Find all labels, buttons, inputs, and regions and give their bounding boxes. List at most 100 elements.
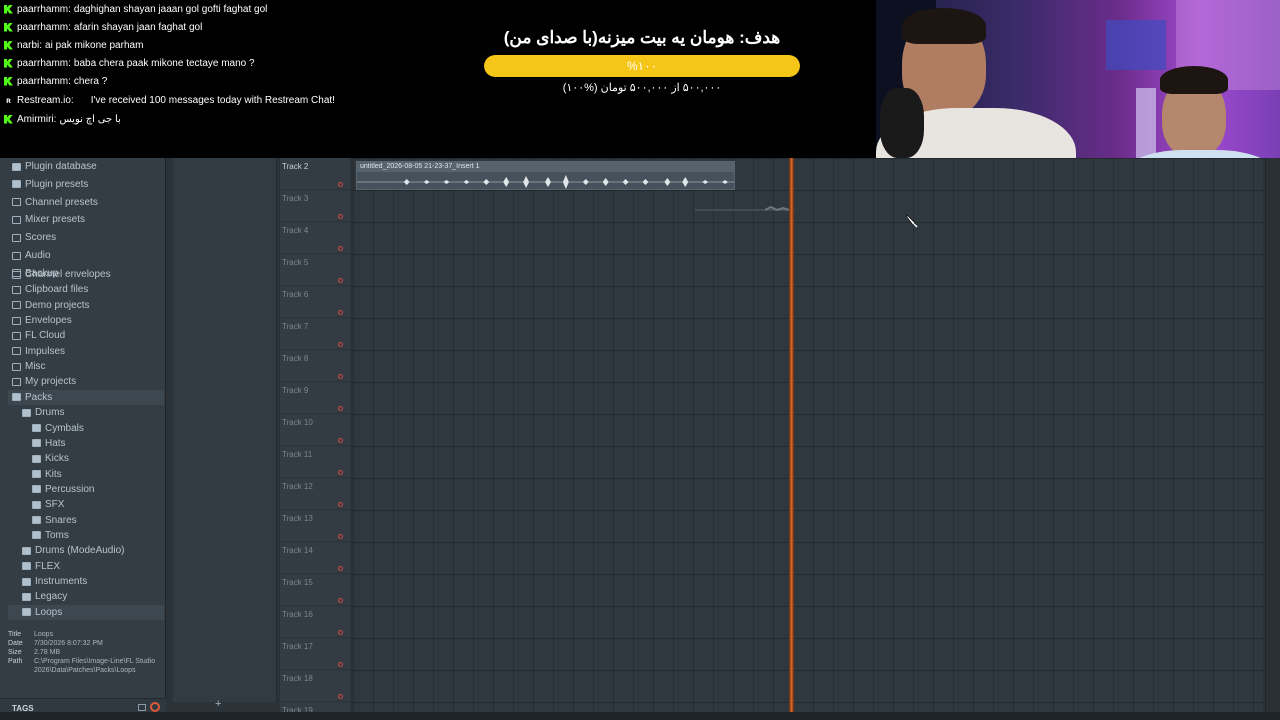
browser-item[interactable]: Mixer presets [8, 212, 164, 227]
browser-item[interactable]: Cymbals [8, 421, 164, 436]
browser-item[interactable]: Toms [8, 528, 164, 543]
track-header[interactable]: Track 2 [280, 158, 350, 190]
track-name: Track 18 [282, 674, 313, 683]
track-name: Track 6 [282, 290, 309, 299]
track-record-icon[interactable] [338, 374, 343, 379]
track-header[interactable]: Track 11 [280, 446, 350, 478]
browser-item[interactable]: Percussion [8, 482, 164, 497]
open-folder-icon [32, 454, 41, 463]
info-key: Size [8, 649, 22, 656]
track-record-icon[interactable] [338, 406, 343, 411]
track-header[interactable]: Track 14 [280, 542, 350, 574]
track-record-icon[interactable] [338, 246, 343, 251]
browser-item[interactable]: Hats [8, 436, 164, 451]
track-name: Track 7 [282, 322, 309, 331]
track-header[interactable]: Track 16 [280, 606, 350, 638]
track-header[interactable]: Track 17 [280, 638, 350, 670]
info-row: Title Loops [8, 630, 164, 639]
browser-item[interactable]: Kits [8, 467, 164, 482]
info-value: C:\Program Files\Image-Line\FL Studio 20… [34, 658, 156, 674]
browser-item[interactable]: FL Cloud [8, 328, 164, 343]
track-record-icon[interactable] [338, 598, 343, 603]
waveform-peak [702, 180, 709, 184]
track-record-icon[interactable] [338, 566, 343, 571]
track-header[interactable]: Track 18 [280, 670, 350, 702]
chat-text: afarin shayan jaan faghat gol [73, 21, 203, 33]
track-header[interactable]: Track 4 [280, 222, 350, 254]
track-header[interactable]: Track 5 [280, 254, 350, 286]
track-record-icon[interactable] [338, 534, 343, 539]
browser-item[interactable]: Demo projects [8, 298, 164, 313]
track-name: Track 14 [282, 546, 313, 555]
browser-item-label: Kits [45, 468, 62, 480]
folder-icon [12, 215, 21, 224]
browser-item[interactable]: Channel presets [8, 195, 164, 210]
browser-item-label: Clipboard files [25, 284, 89, 296]
track-record-icon[interactable] [338, 630, 343, 635]
track-record-icon[interactable] [338, 182, 343, 187]
browser-item[interactable]: SFX [8, 497, 164, 512]
track-record-icon[interactable] [338, 662, 343, 667]
track-record-icon[interactable] [338, 278, 343, 283]
track-header[interactable]: Track 15 [280, 574, 350, 606]
playlist-grid[interactable] [353, 158, 1263, 712]
track-record-icon[interactable] [338, 694, 343, 699]
browser-info-panel: Title Loops Date 7/30/2026 8:07:32 PM Size 2.… [8, 630, 164, 675]
browser-item[interactable]: Misc [8, 359, 164, 374]
search-icon[interactable] [150, 702, 160, 712]
browser-item[interactable]: Plugin presets [8, 177, 164, 192]
browser-item[interactable]: Legacy [8, 589, 164, 604]
track-record-icon[interactable] [338, 342, 343, 347]
chat-text: با جی اچ نویس [59, 113, 121, 125]
track-header[interactable]: Track 6 [280, 286, 350, 318]
browser-item-label: Snares [45, 514, 77, 526]
track-header[interactable]: Track 10 [280, 414, 350, 446]
browser-item[interactable]: My projects [8, 374, 164, 389]
track-record-icon[interactable] [338, 438, 343, 443]
track-record-icon[interactable] [338, 310, 343, 315]
add-button[interactable]: + [215, 698, 221, 710]
browser-item-label: Loops [35, 606, 63, 618]
browser-item[interactable]: Instruments [8, 574, 164, 589]
track-header[interactable]: Track 7 [280, 318, 350, 350]
browser-item[interactable]: Clipboard files [8, 282, 164, 297]
browser-item[interactable]: Scores [8, 230, 164, 245]
audio-clip[interactable]: untitled_2026-08-05 21-23-37_Insert 1 [356, 161, 735, 190]
browser-item[interactable]: Envelopes [8, 313, 164, 328]
plugin-icon [12, 162, 21, 171]
track-record-icon[interactable] [338, 214, 343, 219]
browser-item[interactable]: Snares [8, 513, 164, 528]
browser-item[interactable]: Impulses [8, 344, 164, 359]
chat-username: narbi: [17, 39, 43, 51]
browser-item[interactable]: Audio [8, 248, 164, 263]
horizontal-scrollbar[interactable] [0, 712, 1280, 720]
track-header[interactable]: Track 12 [280, 478, 350, 510]
chat-text: baba chera paak mikone tectaye mano ? [73, 57, 255, 69]
browser-item[interactable]: Packs [8, 389, 164, 405]
folder-icon[interactable] [138, 704, 146, 711]
browser-item[interactable]: FLEX [8, 559, 164, 574]
track-header[interactable]: Track 13 [280, 510, 350, 542]
track-header[interactable]: Track 3 [280, 190, 350, 222]
vertical-scrollbar[interactable] [1265, 158, 1280, 712]
track-record-icon[interactable] [338, 502, 343, 507]
browser-item[interactable]: Loops [8, 604, 164, 620]
browser-item-label: FL Cloud [25, 330, 66, 342]
playhead[interactable] [789, 158, 794, 712]
browser-item[interactable]: Drums [8, 405, 164, 420]
waveform-peak [722, 180, 729, 184]
track-header[interactable]: Track 9 [280, 382, 350, 414]
track-header[interactable]: Track 8 [280, 350, 350, 382]
folder-icon [12, 316, 21, 325]
browser-item[interactable]: Drums (ModeAudio) [8, 543, 164, 558]
browser-item-label: Channel presets [25, 196, 98, 208]
browser-item-label: Instruments [35, 576, 88, 587]
browser-item-label: Mixer presets [25, 214, 86, 226]
browser-item[interactable]: Channel envelopes [8, 267, 164, 282]
browser-item[interactable]: Plugin database [8, 159, 164, 174]
waveform-peak [423, 180, 430, 184]
track-record-icon[interactable] [338, 470, 343, 475]
browser-item[interactable]: Kicks [8, 451, 164, 466]
waveform-peak [523, 176, 530, 188]
chat-username: paarrhamm: [17, 3, 71, 15]
